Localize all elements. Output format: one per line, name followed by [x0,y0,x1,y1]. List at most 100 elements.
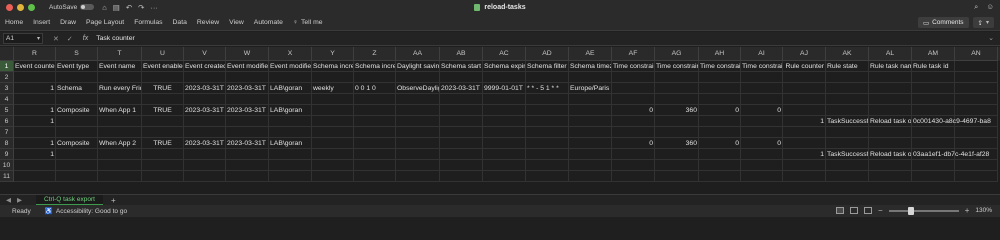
cell-x4[interactable] [269,94,312,105]
cell-ac10[interactable] [483,160,526,171]
row-header-7[interactable]: 7 [0,127,14,138]
cell-z2[interactable] [354,72,396,83]
cell-w7[interactable] [226,127,269,138]
cell-al9[interactable]: Reload task of [869,149,912,160]
cell-y3[interactable]: weekly [312,83,354,94]
cell-ag2[interactable] [655,72,699,83]
cell-ai9[interactable] [741,149,783,160]
cell-aj1[interactable]: Rule counter [783,61,826,72]
cell-x10[interactable] [269,160,312,171]
cell-aj9[interactable]: 1 [783,149,826,160]
cell-u2[interactable] [142,72,184,83]
cell-ac7[interactable] [483,127,526,138]
cell-z7[interactable] [354,127,396,138]
cell-al8[interactable] [869,138,912,149]
cell-aj5[interactable] [783,105,826,116]
cell-am1[interactable]: Rule task id [912,61,955,72]
column-header-s[interactable]: S [56,47,98,61]
cell-af1[interactable]: Time constraint [612,61,655,72]
cell-aj6[interactable]: 1 [783,116,826,127]
cell-am7[interactable] [912,127,955,138]
row-header-2[interactable]: 2 [0,72,14,83]
tab-page-layout[interactable]: Page Layout [81,19,129,26]
cell-u10[interactable] [142,160,184,171]
cell-ae10[interactable] [569,160,612,171]
cell-ai3[interactable] [741,83,783,94]
cell-am9[interactable]: 03aa1ef1-db7c-4e1f-af28 [912,149,989,160]
cell-ad8[interactable] [526,138,569,149]
sheet-tab-active[interactable]: Ctrl-Q task export [36,194,103,206]
cell-ak9[interactable]: TaskSuccessful [826,149,869,160]
cell-v7[interactable] [184,127,226,138]
cell-ad3[interactable]: * * - 5 1 * * [526,83,569,94]
cell-aj10[interactable] [783,160,826,171]
cell-ak5[interactable] [826,105,869,116]
cell-x6[interactable] [269,116,312,127]
cell-w6[interactable] [226,116,269,127]
cell-s8[interactable]: Composite [56,138,98,149]
cell-ab5[interactable] [440,105,483,116]
confirm-icon[interactable]: ✓ [67,35,73,43]
cell-al10[interactable] [869,160,912,171]
cell-ac4[interactable] [483,94,526,105]
tab-automate[interactable]: Automate [249,19,288,26]
cell-ae1[interactable]: Schema timezone [569,61,612,72]
cell-v2[interactable] [184,72,226,83]
next-sheet-icon[interactable]: ▶ [17,196,22,204]
redo-icon[interactable]: ↷ [138,3,144,12]
cell-r8[interactable]: 1 [14,138,56,149]
cell-z11[interactable] [354,171,396,182]
cell-s1[interactable]: Event type [56,61,98,72]
cell-ad6[interactable] [526,116,569,127]
cell-t4[interactable] [98,94,142,105]
column-header-u[interactable]: U [142,47,184,61]
cell-w8[interactable]: 2023-03-31T [226,138,269,149]
cell-r7[interactable] [14,127,56,138]
column-header-af[interactable]: AF [612,47,655,61]
cell-y9[interactable] [312,149,354,160]
row-header-1[interactable]: 1 [0,61,14,72]
cell-v9[interactable] [184,149,226,160]
autosave-control[interactable]: AutoSave [49,4,95,11]
tab-insert[interactable]: Insert [28,19,55,26]
cell-ae7[interactable] [569,127,612,138]
cell-z10[interactable] [354,160,396,171]
cell-ab3[interactable]: 2023-03-31T [440,83,483,94]
cell-aa7[interactable] [396,127,440,138]
cell-ag4[interactable] [655,94,699,105]
cell-z8[interactable] [354,138,396,149]
cell-am4[interactable] [912,94,955,105]
column-header-ae[interactable]: AE [569,47,612,61]
cell-y4[interactable] [312,94,354,105]
cell-ak6[interactable]: TaskSuccessful [826,116,869,127]
cell-u3[interactable]: TRUE [142,83,184,94]
cell-ag5[interactable]: 360 [655,105,699,116]
cell-v1[interactable]: Event created [184,61,226,72]
cell-am10[interactable] [912,160,955,171]
column-header-z[interactable]: Z [354,47,396,61]
cell-v6[interactable] [184,116,226,127]
cell-ae6[interactable] [569,116,612,127]
cell-aa9[interactable] [396,149,440,160]
cell-ac5[interactable] [483,105,526,116]
undo-icon[interactable]: ↶ [126,3,132,12]
page-break-view-icon[interactable] [864,207,873,214]
zoom-level[interactable]: 130% [975,207,992,214]
cell-aj2[interactable] [783,72,826,83]
cell-ac6[interactable] [483,116,526,127]
tab-data[interactable]: Data [168,19,192,26]
cell-w2[interactable] [226,72,269,83]
zoom-in-button[interactable]: + [965,206,970,215]
cell-ak11[interactable] [826,171,869,182]
cell-aa11[interactable] [396,171,440,182]
cell-ag11[interactable] [655,171,699,182]
cell-u8[interactable]: TRUE [142,138,184,149]
cell-ab2[interactable] [440,72,483,83]
cell-an11[interactable] [955,171,998,182]
cell-ah4[interactable] [699,94,741,105]
select-all-corner[interactable] [0,47,14,61]
cell-ac2[interactable] [483,72,526,83]
cell-ah1[interactable]: Time constraint [699,61,741,72]
cell-w9[interactable] [226,149,269,160]
cell-al7[interactable] [869,127,912,138]
